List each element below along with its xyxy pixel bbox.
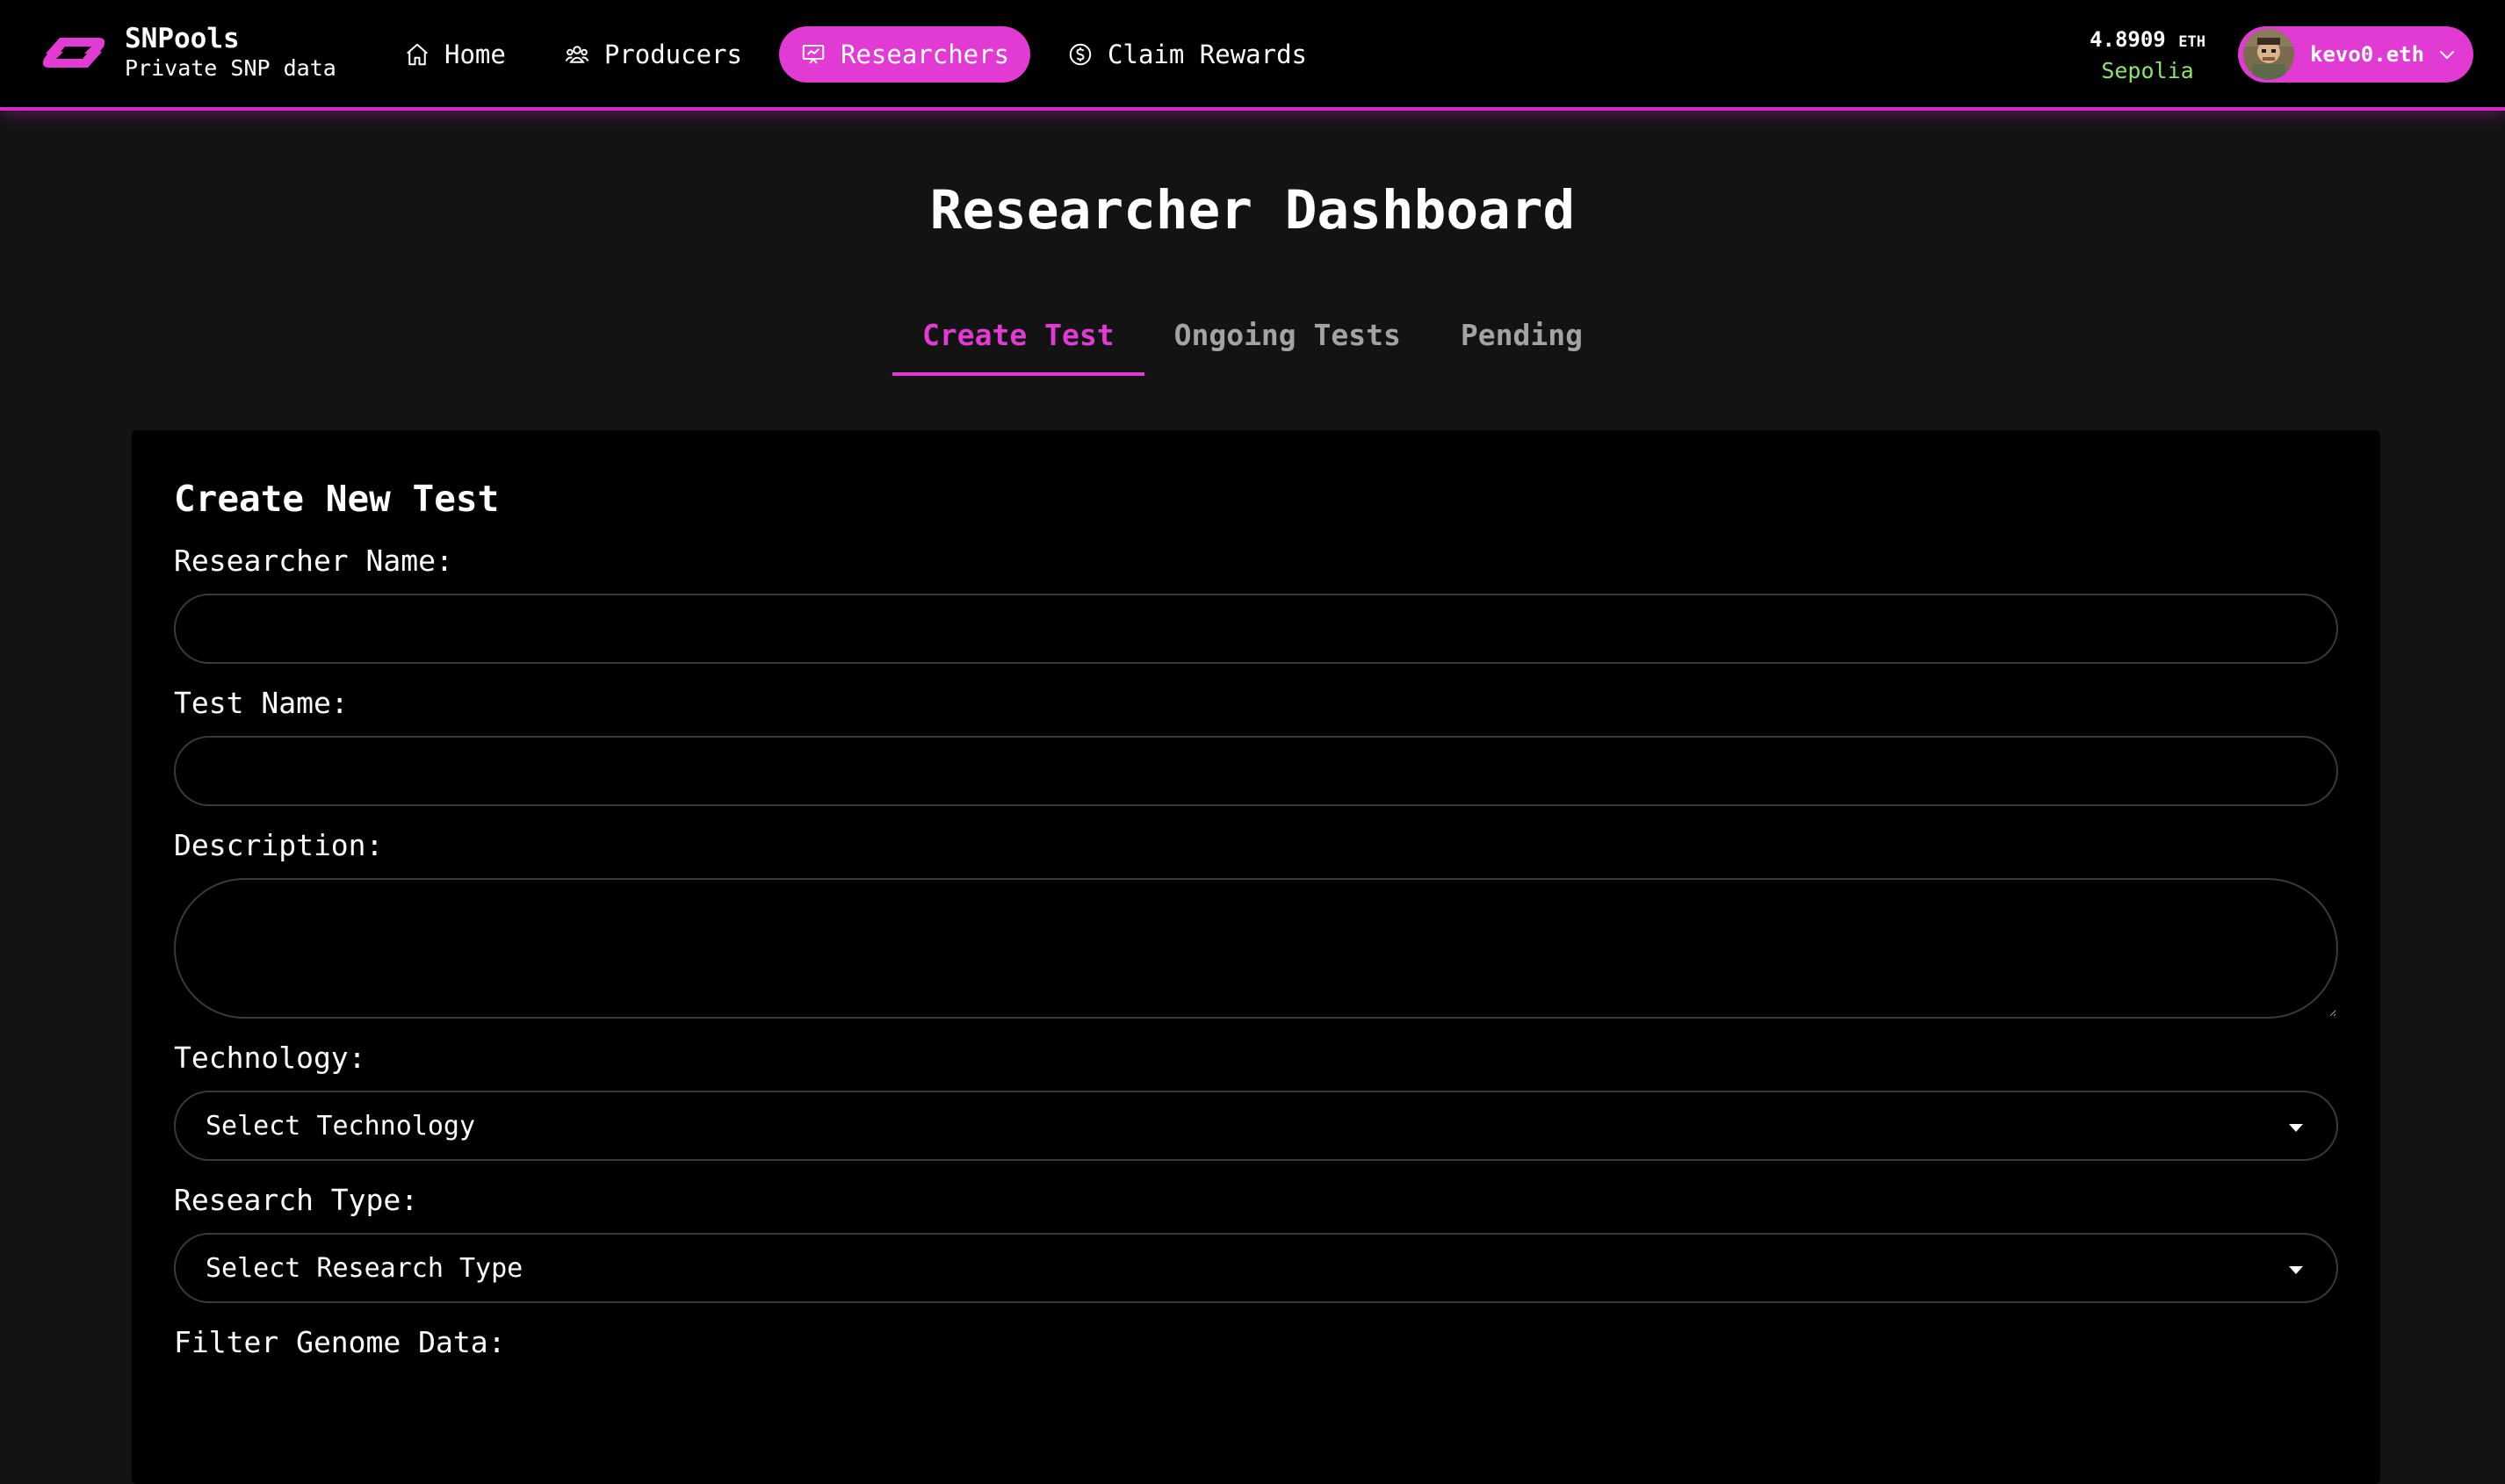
main-nav: Home Producers Researchers Claim Rewards <box>383 26 1344 83</box>
dollar-coin-icon <box>1069 43 1092 66</box>
research-type-select-value: Select Research Type <box>206 1252 523 1284</box>
nav-researchers[interactable]: Researchers <box>778 26 1031 83</box>
balance-value: 4.8909 <box>2090 27 2166 52</box>
nav-claim-rewards[interactable]: Claim Rewards <box>1046 26 1328 83</box>
description-textarea[interactable] <box>174 878 2338 1019</box>
create-test-form: Create New Test Researcher Name: Test Na… <box>132 430 2380 1484</box>
users-icon <box>565 46 589 63</box>
caret-down-icon <box>2289 1124 2303 1132</box>
form-title: Create New Test <box>174 478 500 520</box>
nav-producers-label: Producers <box>603 40 742 69</box>
brand-text: SNPools Private SNP data <box>125 23 336 83</box>
nav-home[interactable]: Home <box>383 26 527 83</box>
description-label: Description: <box>174 828 384 862</box>
balance-unit: ETH <box>2178 33 2205 51</box>
researcher-name-label: Researcher Name: <box>174 544 453 578</box>
brand-tagline: Private SNP data <box>125 55 336 81</box>
account-name: kevo0.eth <box>2310 42 2425 67</box>
tab-create-test[interactable]: Create Test <box>892 309 1144 376</box>
caret-down-icon <box>2289 1266 2303 1274</box>
research-type-select[interactable]: Select Research Type <box>174 1233 2338 1303</box>
technology-select[interactable]: Select Technology <box>174 1091 2338 1161</box>
page-title: Researcher Dashboard <box>929 179 1576 241</box>
avatar <box>2243 29 2294 80</box>
researcher-name-input[interactable] <box>174 594 2338 664</box>
nav-producers[interactable]: Producers <box>543 26 763 83</box>
snpools-logo-icon <box>42 38 105 68</box>
nav-claim-rewards-label: Claim Rewards <box>1108 40 1308 69</box>
test-name-label: Test Name: <box>174 686 349 720</box>
nav-researchers-label: Researchers <box>840 40 1010 69</box>
technology-label: Technology: <box>174 1041 366 1075</box>
home-icon <box>407 43 428 66</box>
dashboard-tabs: Create Test Ongoing Tests Pending <box>0 309 2505 376</box>
network-name: Sepolia <box>2101 58 2194 83</box>
tab-pending[interactable]: Pending <box>1431 309 1613 376</box>
nav-home-label: Home <box>444 40 506 69</box>
test-name-input[interactable] <box>174 736 2338 806</box>
top-navbar: SNPools Private SNP data Home Producers <box>0 0 2505 111</box>
filter-genome-label: Filter Genome Data: <box>174 1325 506 1359</box>
presentation-icon <box>802 45 825 64</box>
brand-name: SNPools <box>125 23 240 54</box>
account-button[interactable]: kevo0.eth <box>2238 26 2473 83</box>
research-type-label: Research Type: <box>174 1183 419 1217</box>
chevron-down-icon <box>2440 51 2455 59</box>
balance-amount: 4.8909 ETH <box>2082 25 2213 57</box>
brand[interactable]: SNPools Private SNP data <box>37 23 336 83</box>
tab-ongoing-tests[interactable]: Ongoing Tests <box>1144 309 1431 376</box>
wallet-balance[interactable]: 4.8909 ETH Sepolia <box>2082 25 2213 85</box>
technology-select-value: Select Technology <box>206 1110 476 1142</box>
